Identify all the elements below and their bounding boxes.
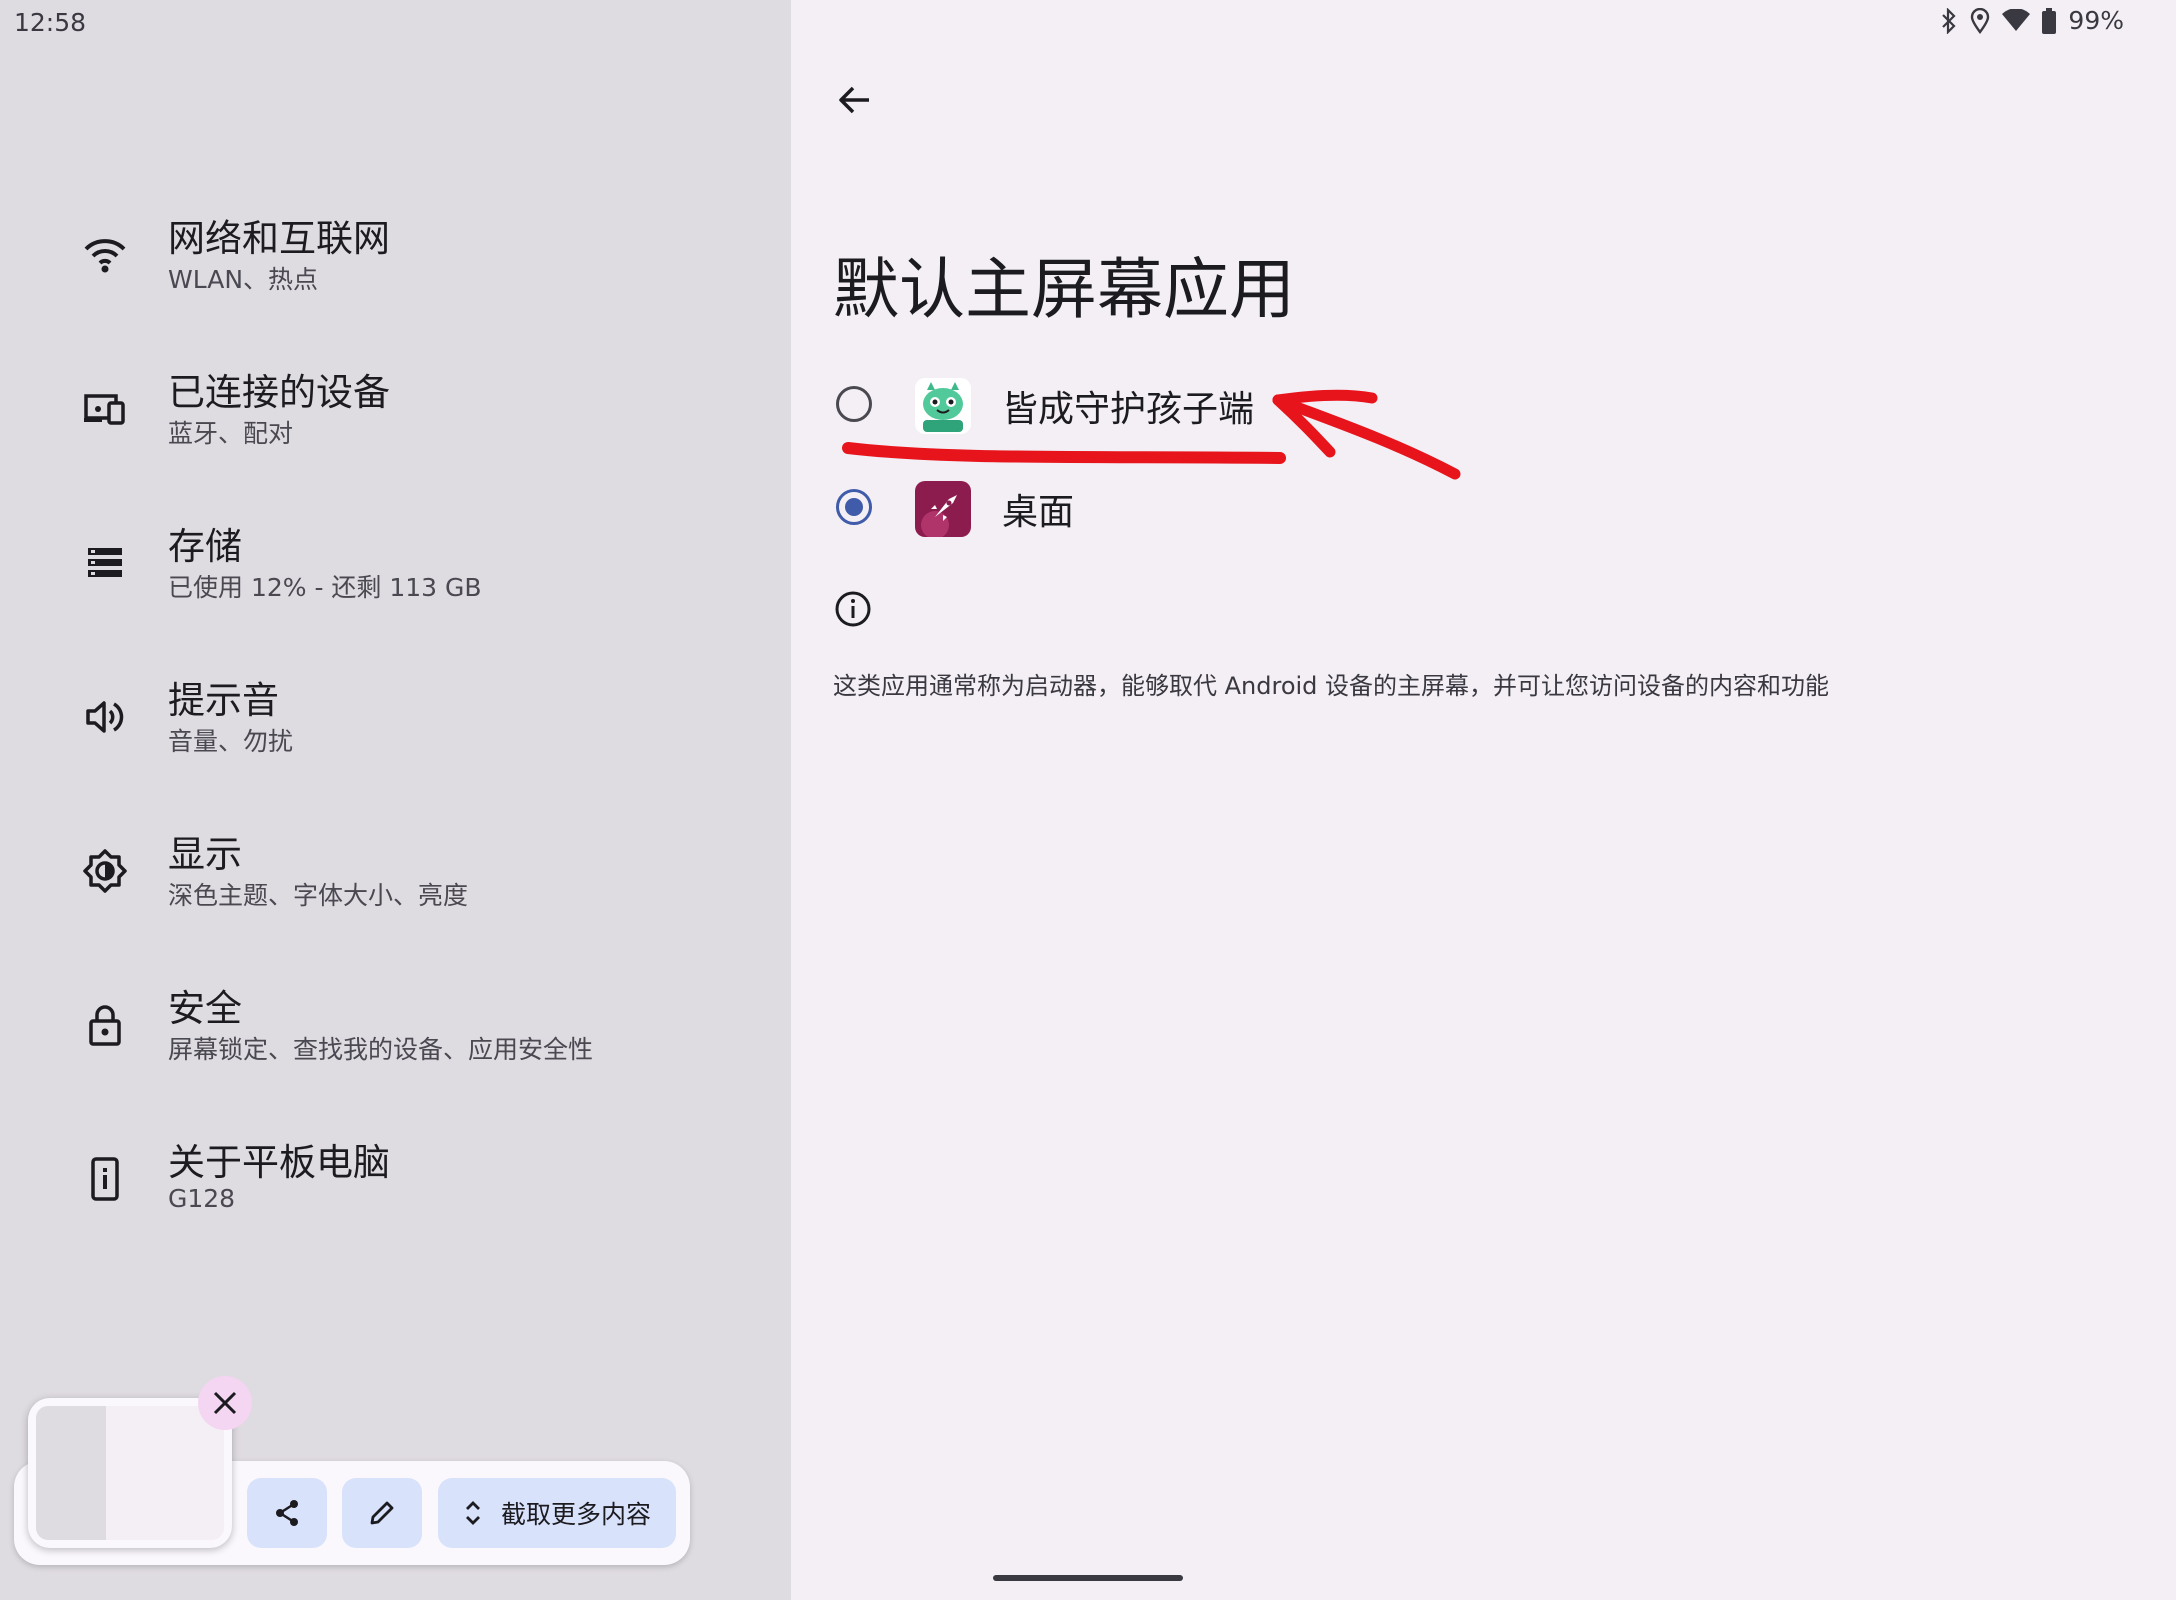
nav-subtitle: G128 xyxy=(168,1184,236,1213)
wifi-icon xyxy=(84,239,126,273)
option-guardian-app[interactable]: 皆成守护孩子端 xyxy=(828,366,1528,446)
info-icon xyxy=(835,591,871,627)
radio-button-unchecked[interactable] xyxy=(836,386,872,422)
bluetooth-icon xyxy=(1942,7,1956,34)
nav-title: 已连接的设备 xyxy=(168,371,390,414)
nav-subtitle: 深色主题、字体大小、亮度 xyxy=(168,881,469,910)
pencil-icon xyxy=(370,1501,394,1525)
nav-subtitle: 蓝牙、配对 xyxy=(168,419,294,448)
gesture-home-bar[interactable] xyxy=(993,1575,1183,1581)
nav-item-sound[interactable]: 提示音 音量、勿扰 xyxy=(0,670,791,790)
nav-title: 存储 xyxy=(168,525,242,568)
nav-title: 关于平板电脑 xyxy=(168,1141,390,1184)
page-title: 默认主屏幕应用 xyxy=(833,251,1295,328)
share-icon xyxy=(276,1500,298,1526)
capture-more-button[interactable]: 截取更多内容 xyxy=(438,1478,676,1548)
nav-title: 网络和互联网 xyxy=(168,217,390,260)
battery-icon xyxy=(2042,7,2057,34)
status-icons: 99% xyxy=(1940,6,2124,35)
nav-subtitle: 已使用 12% - 还剩 113 GB xyxy=(168,573,482,602)
share-button[interactable] xyxy=(247,1478,327,1548)
launcher-rocket-icon xyxy=(915,481,971,537)
wifi-status-icon xyxy=(2002,8,2031,31)
storage-icon xyxy=(88,548,122,577)
battery-percent: 99% xyxy=(2068,6,2124,35)
tablet-info-icon xyxy=(91,1157,119,1201)
nav-title: 安全 xyxy=(168,987,242,1030)
connected-devices-icon xyxy=(84,394,125,425)
volume-icon xyxy=(86,701,124,733)
nav-item-connected-devices[interactable]: 已连接的设备 蓝牙、配对 xyxy=(0,362,791,482)
expand-vertical-icon xyxy=(465,1501,480,1525)
nav-item-storage[interactable]: 存储 已使用 12% - 还剩 113 GB xyxy=(0,516,791,636)
brightness-icon xyxy=(83,849,127,893)
nav-item-security[interactable]: 安全 屏幕锁定、查找我的设备、应用安全性 xyxy=(0,978,791,1098)
close-icon xyxy=(213,1391,237,1415)
nav-item-about-tablet[interactable]: 关于平板电脑 G128 xyxy=(0,1132,791,1252)
edit-button[interactable] xyxy=(342,1478,422,1548)
nav-title: 显示 xyxy=(168,833,242,876)
screenshot-preview[interactable] xyxy=(28,1398,232,1548)
back-button[interactable] xyxy=(827,72,883,128)
radio-button-checked[interactable] xyxy=(836,489,872,525)
nav-item-display[interactable]: 显示 深色主题、字体大小、亮度 xyxy=(0,824,791,944)
option-label: 桌面 xyxy=(1002,492,1075,533)
capture-more-label: 截取更多内容 xyxy=(500,1500,651,1529)
nav-subtitle: WLAN、热点 xyxy=(168,265,319,294)
arrow-back-icon xyxy=(839,86,869,114)
nav-subtitle: 屏幕锁定、查找我的设备、应用安全性 xyxy=(168,1035,594,1064)
option-launcher[interactable]: 桌面 xyxy=(828,469,1528,549)
nav-item-network[interactable]: 网络和互联网 WLAN、热点 xyxy=(0,208,791,328)
nav-title: 提示音 xyxy=(168,679,279,722)
nav-subtitle: 音量、勿扰 xyxy=(168,727,294,756)
status-time: 12:58 xyxy=(14,8,87,37)
location-icon xyxy=(1971,7,1990,34)
dismiss-screenshot-button[interactable] xyxy=(198,1376,252,1430)
info-description: 这类应用通常称为启动器，能够取代 Android 设备的主屏幕，并可让您访问设备… xyxy=(833,672,1830,700)
guardian-app-icon xyxy=(915,378,971,434)
lock-icon xyxy=(89,1005,121,1046)
option-label: 皆成守护孩子端 xyxy=(1002,389,1255,430)
